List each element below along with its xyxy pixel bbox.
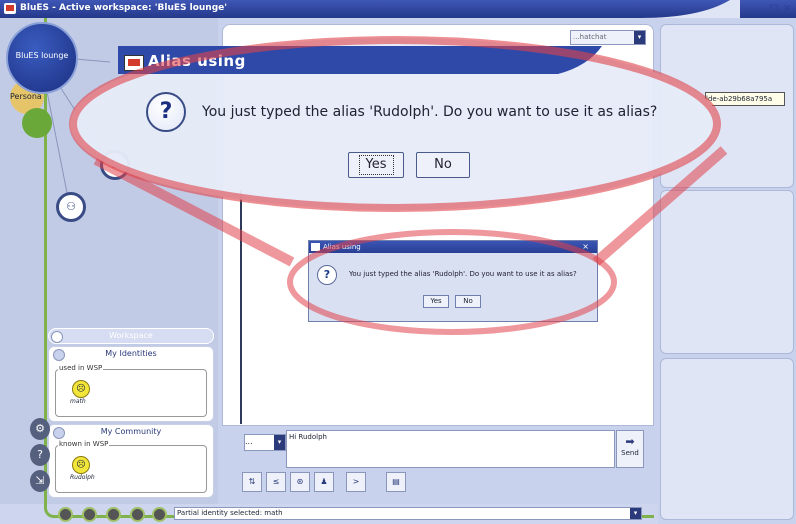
magnifier-highlight-ring xyxy=(69,36,721,212)
